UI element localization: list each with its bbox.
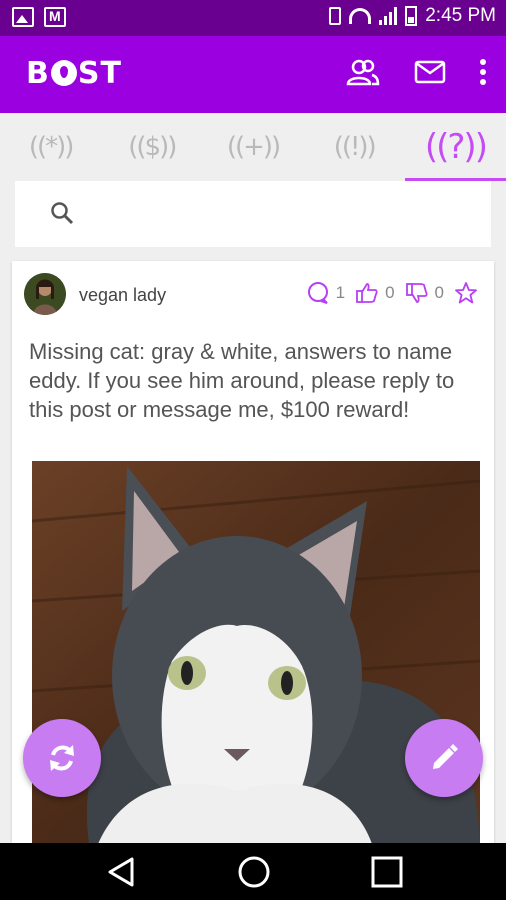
comment-count: 1 <box>335 283 346 302</box>
app-logo[interactable]: B ST <box>26 56 122 91</box>
search-input[interactable] <box>95 193 475 233</box>
thumbs-down-icon[interactable] <box>405 281 429 305</box>
back-icon[interactable] <box>104 855 138 889</box>
people-icon[interactable] <box>346 58 380 86</box>
post-image[interactable] <box>32 461 480 851</box>
post-author[interactable]: vegan lady <box>79 285 166 306</box>
like-count: 0 <box>385 283 395 302</box>
gmail-icon <box>44 7 66 27</box>
recents-icon[interactable] <box>370 855 404 889</box>
search-bar <box>15 181 491 247</box>
refresh-icon <box>50 745 74 771</box>
tab-money[interactable]: (($)) <box>101 113 202 181</box>
tab-all[interactable]: ((*)) <box>0 113 101 181</box>
vibrate-icon <box>329 7 342 25</box>
status-time: 2:45 PM <box>425 5 496 26</box>
star-icon[interactable] <box>454 281 478 305</box>
battery-icon <box>405 6 418 26</box>
system-nav-bar <box>0 843 506 900</box>
tab-alert[interactable]: ((!)) <box>304 113 405 181</box>
more-vert-icon[interactable] <box>480 59 486 85</box>
compose-button[interactable] <box>405 719 483 797</box>
home-icon[interactable] <box>237 855 271 889</box>
wifi-icon <box>349 8 372 24</box>
tab-add[interactable]: ((+)) <box>202 113 303 181</box>
avatar[interactable] <box>24 273 66 315</box>
app-bar: B ST <box>0 36 506 113</box>
comment-icon[interactable] <box>306 281 330 305</box>
thumbs-up-icon[interactable] <box>355 281 379 305</box>
post-text: Missing cat: gray & white, answers to na… <box>29 339 455 422</box>
dislike-count: 0 <box>434 283 444 302</box>
post-stats: 1 0 0 <box>306 281 478 305</box>
tab-question[interactable]: ((?)) <box>404 113 506 181</box>
category-tabs: ((*)) (($)) ((+)) ((!)) ((?)) <box>0 113 506 181</box>
signal-icon <box>379 7 398 25</box>
pencil-icon <box>433 744 458 769</box>
refresh-button[interactable] <box>23 719 101 797</box>
search-icon[interactable] <box>50 201 74 225</box>
status-bar: 2:45 PM <box>0 0 506 36</box>
mail-icon[interactable] <box>414 60 446 84</box>
gallery-icon <box>12 7 34 27</box>
